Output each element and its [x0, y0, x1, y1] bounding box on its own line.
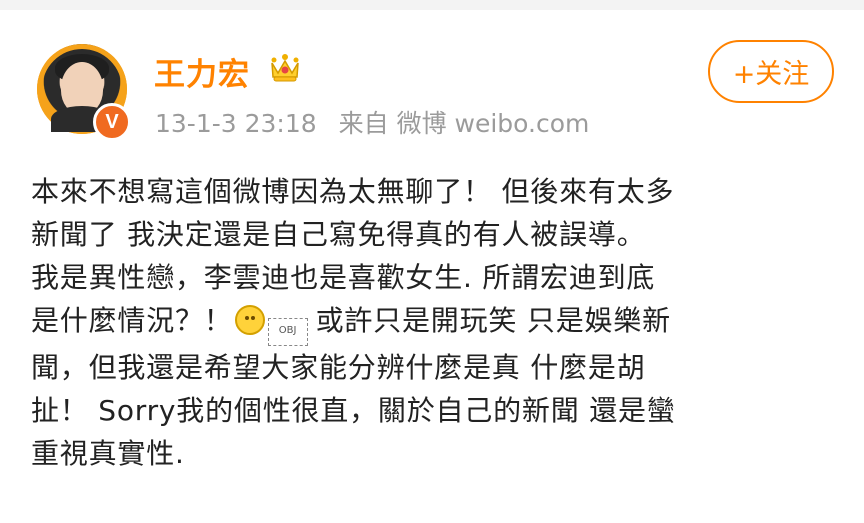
post-text: 本來不想寫這個微博因為太無聊了！ 但後來有太多	[31, 175, 675, 208]
object-placeholder: OBJ	[267, 318, 308, 346]
post-line: 扯！ Sorry我的個性很直，關於自己的新聞 還是蠻	[31, 389, 836, 432]
follow-label: +关注	[732, 59, 810, 90]
post-line: 是什麼情況？！ OBJ 或許只是開玩笑 只是娛樂新	[31, 299, 836, 346]
post-line: 新聞了 我決定還是自己寫免得真的有人被誤導。	[31, 213, 836, 256]
post-content: 本來不想寫這個微博因為太無聊了！ 但後來有太多 新聞了 我決定還是自己寫免得真的…	[31, 170, 836, 475]
post-text: 或許只是開玩笑 只是娛樂新	[315, 304, 671, 337]
post-source: 来自 微博 weibo.com	[338, 109, 590, 138]
post-text: 重視真實性.	[31, 437, 185, 470]
follow-button[interactable]: +关注	[708, 40, 834, 103]
post-meta: 13-1-3 23:18 来自 微博 weibo.com	[155, 104, 589, 140]
post-text: 是什麼情況？！	[31, 304, 233, 337]
post-text: 聞，但我還是希望大家能分辨什麼是真 什麼是胡	[31, 351, 646, 384]
top-strip	[0, 0, 864, 10]
post-text: 新聞了 我決定還是自己寫免得真的有人被誤導。	[31, 218, 646, 251]
timestamp: 13-1-3 23:18	[155, 109, 317, 138]
post-line: 重視真實性.	[31, 432, 836, 475]
post-line: 我是異性戀，李雲迪也是喜歡女生. 所謂宏迪到底	[31, 256, 836, 299]
post-text: 扯！ Sorry我的個性很直，關於自己的新聞 還是蠻	[31, 394, 676, 427]
post-text: 我是異性戀，李雲迪也是喜歡女生. 所謂宏迪到底	[31, 261, 656, 294]
crown-icon	[271, 54, 299, 82]
verified-badge: V	[93, 103, 131, 141]
username[interactable]: 王力宏	[154, 49, 250, 94]
smile-emoji-icon	[234, 305, 265, 335]
post-line: 聞，但我還是希望大家能分辨什麼是真 什麼是胡	[31, 346, 836, 389]
post-line: 本來不想寫這個微博因為太無聊了！ 但後來有太多	[31, 170, 836, 213]
